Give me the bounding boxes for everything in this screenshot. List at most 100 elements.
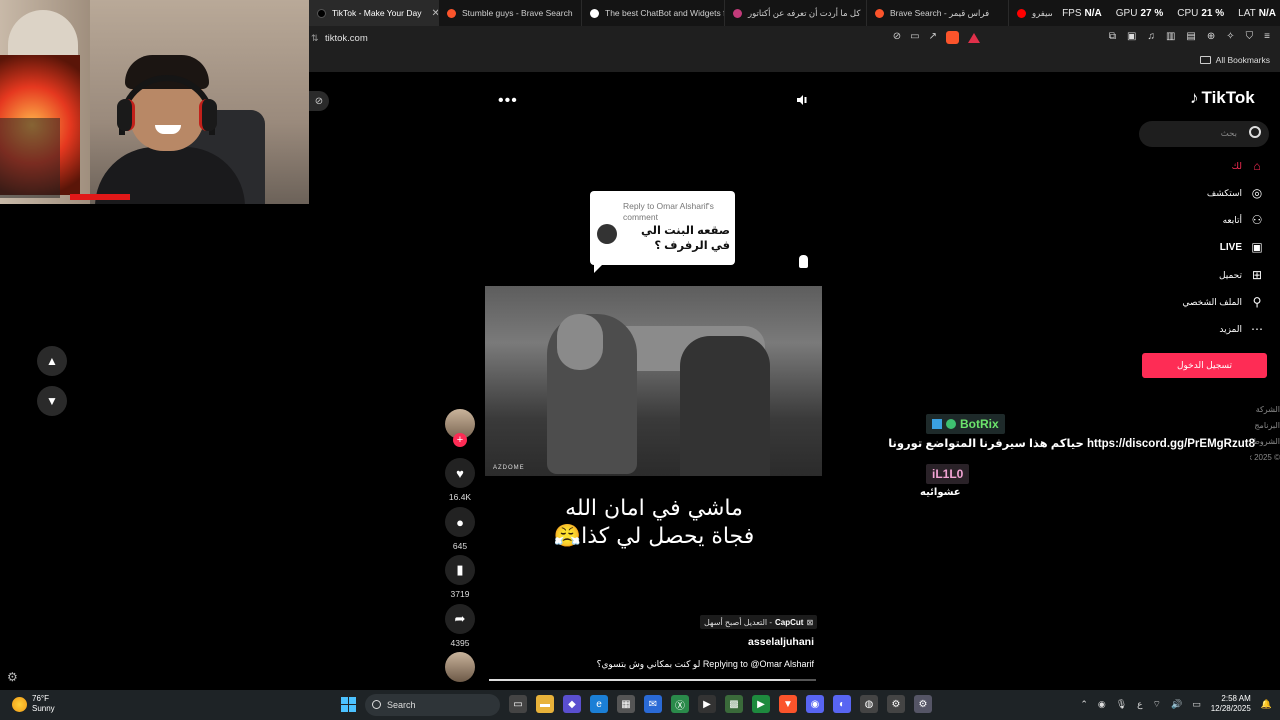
search-input[interactable]: بحث <box>1139 121 1269 147</box>
extensions-icon[interactable]: ⧉ <box>1109 31 1116 42</box>
chrome-icon[interactable]: ◍ <box>860 695 878 713</box>
site-favicon-icon <box>590 8 599 18</box>
share-action[interactable]: ➦ 4395 <box>445 604 475 648</box>
tab-stumble-guys[interactable]: Stumble guys - Brave Search <box>439 0 582 26</box>
sidebar-item-more[interactable]: المزيد ⋯ <box>1219 322 1264 336</box>
sidebar-icon[interactable]: ▥ <box>1166 31 1175 42</box>
obs-icon[interactable]: ◉ <box>806 695 824 713</box>
folder-icon <box>1199 56 1211 64</box>
sidebar-item-live[interactable]: LIVE ▣ <box>1220 240 1264 254</box>
reply-text: صقعه البنت الي في الرفرف ؟ <box>641 225 730 252</box>
sidebar-item-for-you[interactable]: لك ⌂ <box>1232 159 1264 173</box>
clock[interactable]: 2:58 AM 12/28/2025 <box>1211 694 1251 714</box>
leo-icon[interactable]: ✧ <box>1226 31 1234 42</box>
share-icon[interactable]: ↗ <box>929 31 937 44</box>
tiktok-favicon-icon <box>317 8 326 18</box>
login-button[interactable]: تسجيل الدخول <box>1142 353 1267 378</box>
input-language[interactable]: ع <box>1137 699 1142 710</box>
xbox-icon[interactable]: Ⓧ <box>671 695 689 713</box>
like-count: 16.4K <box>448 492 472 502</box>
comment-icon[interactable]: ● <box>445 507 475 537</box>
minecraft-icon[interactable]: ▩ <box>725 695 743 713</box>
store-icon[interactable]: ▦ <box>617 695 635 713</box>
volume-icon[interactable] <box>796 94 808 106</box>
tab-label: كل ما أردت أن تعرفه عن أكتاتور <box>748 7 861 18</box>
brave-browser-icon[interactable]: ▼ <box>779 695 797 713</box>
video-progress-bar[interactable] <box>489 679 816 681</box>
taskbar-search[interactable]: Search <box>365 694 500 716</box>
footer-link[interactable]: الشروط <box>1250 434 1280 450</box>
windows-start-icon[interactable] <box>341 697 356 712</box>
all-bookmarks-button[interactable]: All Bookmarks <box>1216 55 1270 65</box>
home-icon: ⌂ <box>1253 159 1261 173</box>
music-disc-icon[interactable] <box>445 652 475 682</box>
brave-shields-icon[interactable] <box>946 31 959 44</box>
wallet-icon[interactable]: ▤ <box>1186 31 1195 42</box>
cast-icon[interactable]: ▭ <box>910 31 919 44</box>
sidebar-item-following[interactable]: أتابعه ⚇ <box>1223 213 1264 227</box>
search-icon[interactable] <box>1249 126 1261 138</box>
copilot-icon[interactable]: ◆ <box>563 695 581 713</box>
close-tab-icon[interactable]: ✕ <box>431 8 438 19</box>
vpn-icon[interactable]: ⊕ <box>1207 31 1215 42</box>
no-media-icon[interactable]: ⊘ <box>893 31 901 44</box>
heart-icon[interactable]: ♥ <box>445 458 475 488</box>
collapse-icon[interactable]: ⊘ <box>309 91 329 111</box>
shield-icon[interactable]: ⛉ <box>1246 31 1254 42</box>
battery-icon[interactable]: ▭ <box>1192 699 1201 710</box>
steam-icon[interactable]: ⚙ <box>887 695 905 713</box>
address-bar[interactable]: ⇅ tiktok.com ⊘ ▭ ↗ ⧉ ▣ ♫ ▥ ▤ ⊕ ✧ ⛉ ≡ <box>309 26 1280 50</box>
sidebar-item-upload[interactable]: تحميل ⊞ <box>1219 268 1264 282</box>
more-options-icon[interactable]: ••• <box>498 92 518 110</box>
bookmark-icon[interactable]: ▮ <box>445 555 475 585</box>
settings-icon[interactable]: ⚙ <box>7 670 18 684</box>
footer-link[interactable]: البرنامج <box>1250 418 1280 434</box>
share-arrow-icon[interactable]: ➦ <box>445 604 475 634</box>
network-activity-icon[interactable]: ◉ <box>1098 699 1106 710</box>
screenshot-icon[interactable]: ▣ <box>1127 31 1136 42</box>
webcam-overlay <box>0 0 309 204</box>
capcut-badge[interactable]: التعديل أصبح أسهل - CapCut ⊠ <box>700 615 818 629</box>
mail-icon[interactable]: ✉ <box>644 695 662 713</box>
sidebar-item-explore[interactable]: استكشف ◎ <box>1207 186 1264 200</box>
like-action[interactable]: ♥ 16.4K <box>445 458 475 502</box>
tab-chatbot[interactable]: The best ChatBot and Widgets fo <box>582 0 725 26</box>
terminal-icon[interactable]: ▶ <box>698 695 716 713</box>
previous-video-button[interactable]: ▲ <box>37 346 67 376</box>
next-video-button[interactable]: ▼ <box>37 386 67 416</box>
save-action[interactable]: ▮ 3719 <box>445 555 475 599</box>
url-text[interactable]: tiktok.com <box>325 33 368 44</box>
youtube-favicon-icon <box>1017 8 1026 18</box>
tab-tiktok[interactable]: TikTok - Make Your Day ✕ <box>309 0 439 26</box>
notification-bell-icon[interactable]: 🔔 <box>1261 699 1272 710</box>
weather-widget[interactable]: 76°F Sunny <box>12 694 55 714</box>
play-icon[interactable]: ▶ <box>752 695 770 713</box>
chevron-up-icon[interactable]: ⌃ <box>1080 699 1088 710</box>
edge-icon[interactable]: e <box>590 695 608 713</box>
video-player[interactable]: AZDOME <box>485 286 822 476</box>
progress-fill <box>489 679 790 681</box>
brave-rewards-icon[interactable] <box>968 33 980 43</box>
tab-brave-search[interactable]: Brave Search - فراس قيمر <box>867 0 1009 26</box>
sidebar-item-profile[interactable]: الملف الشخصي ⚲ <box>1182 295 1264 309</box>
discord-icon[interactable]: ◐ <box>833 695 851 713</box>
chat-message: عشوائيه <box>920 487 961 498</box>
music-icon[interactable]: ♫ <box>1147 31 1155 42</box>
speaker-icon[interactable]: 🔊 <box>1171 699 1182 710</box>
menu-icon[interactable]: ≡ <box>1264 31 1270 42</box>
tab-article[interactable]: كل ما أردت أن تعرفه عن أكتاتور <box>725 0 867 26</box>
site-favicon-icon <box>733 8 742 18</box>
comment-action[interactable]: ● 645 <box>445 507 475 551</box>
settings-app-icon[interactable]: ⚙ <box>914 695 932 713</box>
task-view-icon[interactable]: ▭ <box>509 695 527 713</box>
wifi-icon[interactable]: ⌔ <box>1153 699 1161 710</box>
site-info-icon[interactable]: ⇅ <box>311 33 319 43</box>
microphone-icon[interactable]: 🎙 <box>1116 699 1127 710</box>
tab-label: TikTok - Make Your Day <box>332 8 422 18</box>
file-explorer-icon[interactable]: ▬ <box>536 695 554 713</box>
tiktok-logo[interactable]: ♪ TikTok <box>1190 88 1255 108</box>
dashcam-overlay-text: AZDOME <box>493 465 525 471</box>
follow-button[interactable]: + <box>453 433 467 447</box>
author-username[interactable]: asselaljuhani <box>748 636 814 648</box>
footer-link[interactable]: الشركة <box>1250 402 1280 418</box>
